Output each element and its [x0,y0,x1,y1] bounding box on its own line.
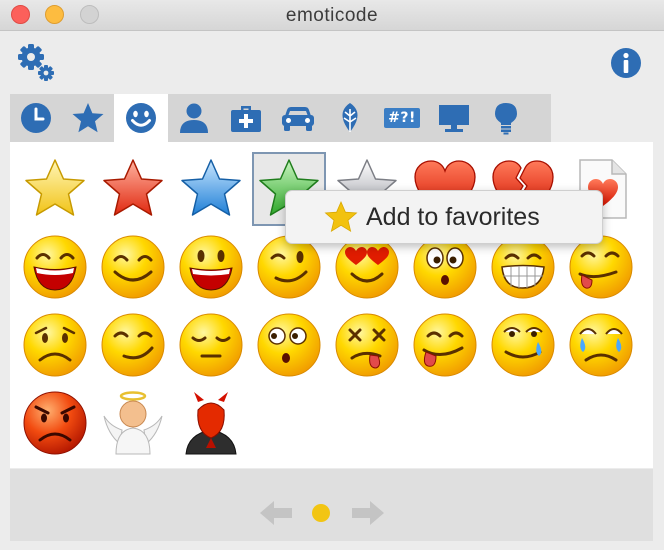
emoticon-blue-star[interactable] [174,152,248,226]
tab-smileys[interactable] [114,94,168,142]
page-navigator [10,469,653,541]
tab-favorites[interactable] [62,94,114,142]
emoticon-tongue-smiley[interactable] [408,308,482,382]
next-page-button[interactable] [350,499,386,527]
info-icon [611,48,641,78]
car-icon [282,107,314,131]
title-bar: emoticode [0,0,664,31]
app-window: emoticode #?! Add to favorites [0,0,664,550]
tab-people[interactable] [168,94,220,142]
arrow-left-icon [260,501,292,525]
previous-page-button[interactable] [258,499,294,527]
arrow-right-icon [352,501,384,525]
emoticon-crying-laugh-smiley[interactable] [486,308,560,382]
emoticon-shocked-smiley[interactable] [252,308,326,382]
emoticon-crying-smiley[interactable] [564,308,638,382]
info-button[interactable] [609,46,643,80]
add-to-favorites-tooltip[interactable]: Add to favorites [285,190,603,244]
tab-ideas[interactable] [480,94,532,142]
emoticon-smug-smiley[interactable] [96,308,170,382]
star-icon [324,200,358,233]
emoticon-red-star[interactable] [96,152,170,226]
tab-recent[interactable] [10,94,62,142]
star-icon [72,103,104,133]
emoticon-dizzy-smiley[interactable] [330,308,404,382]
window-title: emoticode [285,5,379,26]
clock-icon [21,103,51,133]
tab-technology[interactable] [428,94,480,142]
page-indicator-dot[interactable] [312,504,330,522]
tab-symbols[interactable]: #?! [376,94,428,142]
emoticon-happy-smiley[interactable] [96,230,170,304]
leaf-icon [342,103,358,132]
tab-objects[interactable] [220,94,272,142]
emoticon-sad-smiley[interactable] [18,308,92,382]
emoticon-grin-smiley[interactable] [174,230,248,304]
tab-nature[interactable] [324,94,376,142]
tooltip-label: Add to favorites [366,202,540,231]
monitor-icon [439,105,469,132]
tab-travel[interactable] [272,94,324,142]
emoticon-laughing-smiley[interactable] [18,230,92,304]
person-icon [180,103,208,133]
category-tab-bar: #?! [10,94,551,142]
symbols-icon: #?! [384,108,420,128]
settings-button[interactable] [16,42,56,82]
emoticon-angel[interactable] [96,386,170,460]
medkit-icon [231,106,261,132]
emoticon-angry-smiley[interactable] [18,386,92,460]
emoticon-yellow-star[interactable] [18,152,92,226]
emoticon-devil[interactable] [174,386,248,460]
smiley-icon [126,103,156,133]
emoticon-sleepy-smiley[interactable] [174,308,248,382]
gear-icon [18,44,54,81]
bulb-icon [495,103,517,135]
